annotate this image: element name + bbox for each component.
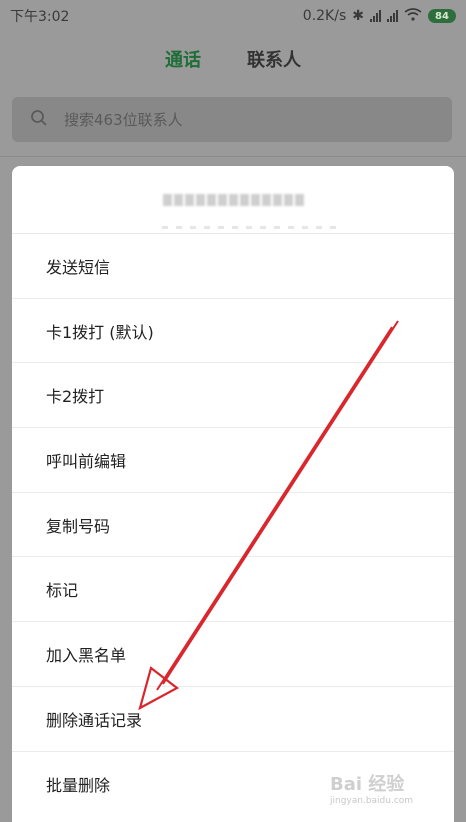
signal-icon (387, 10, 398, 22)
status-bar: 下午3:02 0.2K/s ✱ 84 (0, 0, 466, 32)
tab-bar: 通话 联系人 (0, 46, 466, 82)
blurred-subtitle (162, 226, 336, 229)
signal-icon (370, 10, 381, 22)
bluetooth-icon: ✱ (352, 8, 364, 24)
search-placeholder: 搜索463位联系人 (64, 111, 183, 129)
tab-calls[interactable]: 通话 (165, 46, 201, 82)
menu-item-delete-call-log[interactable]: 删除通话记录 (12, 687, 454, 752)
tab-contacts[interactable]: 联系人 (247, 46, 301, 82)
divider (0, 156, 466, 157)
menu-item-mark[interactable]: 标记 (12, 557, 454, 623)
menu-item-edit-before-call[interactable]: 呼叫前编辑 (12, 428, 454, 493)
menu-item-add-blacklist[interactable]: 加入黑名单 (12, 622, 454, 687)
battery-icon: 84 (428, 9, 456, 23)
status-icons: 0.2K/s ✱ 84 (302, 7, 456, 25)
menu-item-send-sms[interactable]: 发送短信 (12, 234, 454, 299)
menu-item-call-sim2[interactable]: 卡2拨打 (12, 363, 454, 429)
menu-item-copy-number[interactable]: 复制号码 (12, 493, 454, 558)
status-time: 下午3:02 (10, 9, 70, 25)
dialog-header (12, 166, 454, 234)
blurred-phone-number (162, 193, 304, 206)
search-icon (30, 109, 48, 131)
menu-item-call-sim1[interactable]: 卡1拨打 (默认) (12, 299, 454, 364)
watermark-brand: Bai 经验 (330, 774, 405, 795)
watermark: Bai 经验 jingyan.baidu.com (330, 770, 460, 818)
call-actions-dialog: 发送短信 卡1拨打 (默认) 卡2拨打 呼叫前编辑 复制号码 标记 加入黑名单 … (12, 166, 454, 822)
network-speed: 0.2K/s (302, 8, 347, 24)
watermark-url: jingyan.baidu.com (330, 796, 414, 806)
wifi-icon (404, 7, 422, 25)
search-bar[interactable]: 搜索463位联系人 (12, 97, 452, 142)
